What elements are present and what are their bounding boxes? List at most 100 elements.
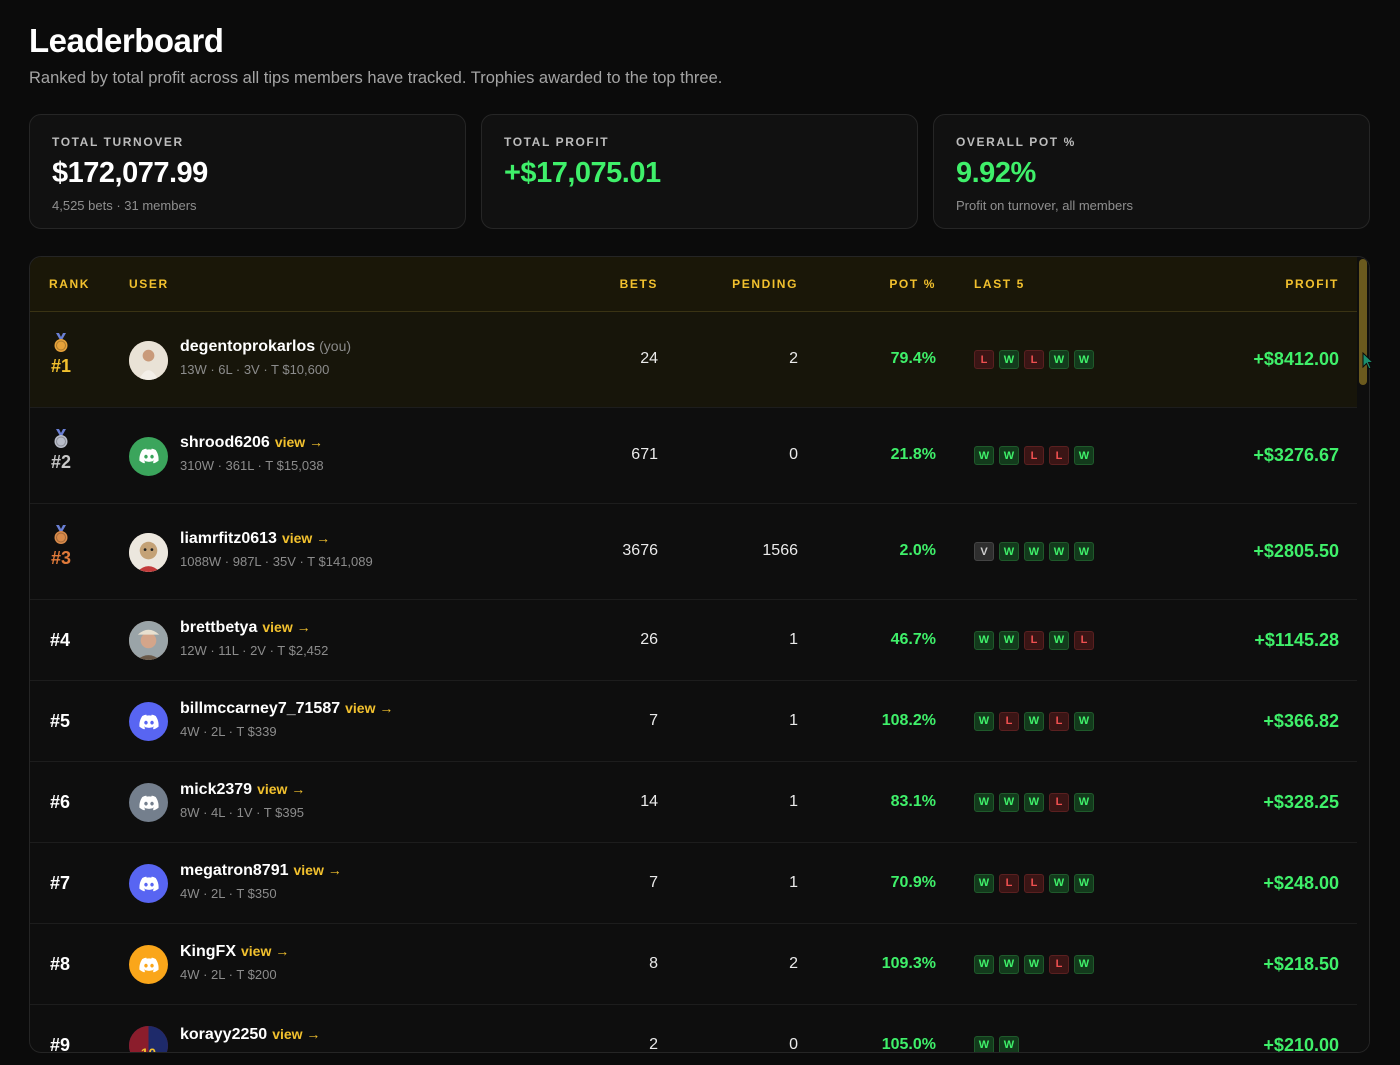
rank-number: #4 [50, 629, 71, 650]
photo-ape-avatar-image [129, 532, 168, 572]
stat-card-profit: TOTAL PROFIT +$17,075.01 [481, 114, 918, 229]
username[interactable]: korayy2250 [180, 1026, 267, 1043]
avatar[interactable] [129, 945, 168, 984]
stat-value: 9.92% [956, 157, 1036, 189]
bets-cell: 14 [640, 792, 658, 810]
result-badge: L [1074, 630, 1094, 650]
stat-card-pot: OVERALL POT % 9.92% Profit on turnover, … [933, 114, 1370, 229]
leaderboard-table[interactable]: RANK USER BETS PENDING POT % LAST 5 PROF… [29, 256, 1370, 1053]
last-five-results: WWWLW [974, 792, 1094, 812]
scrollbar[interactable] [1357, 257, 1369, 1052]
photo-person-avatar-image [129, 340, 168, 380]
profit-cell: +$248.00 [1263, 872, 1339, 893]
result-badge: W [1024, 542, 1044, 561]
table-row[interactable]: #2 shrood6206 view → 310W · 361L · T $15,03… [30, 408, 1359, 504]
avatar[interactable] [129, 783, 168, 822]
table-row[interactable]: #7 megatron8791 view → 4W · 2L · T $350 7 1 70… [30, 843, 1359, 924]
stat-sub: 4,525 bets · 31 members [52, 198, 197, 213]
result-badge: W [999, 446, 1019, 465]
view-profile-link[interactable]: view → [272, 1026, 320, 1042]
result-badge: L [999, 711, 1019, 731]
avatar[interactable] [129, 702, 168, 741]
photo-person-hat-avatar-image [129, 621, 168, 660]
result-badge: W [974, 954, 994, 974]
header-pot: POT % [889, 277, 936, 291]
view-profile-link[interactable]: view → [262, 619, 310, 635]
result-badge: L [1024, 630, 1044, 650]
avatar[interactable] [129, 340, 168, 380]
header-bets: BETS [619, 277, 658, 291]
result-badge: W [999, 792, 1019, 812]
pending-cell: 2 [789, 954, 798, 972]
view-profile-link[interactable]: view → [257, 781, 305, 797]
result-badge: W [1049, 873, 1069, 893]
username[interactable]: brettbetya [180, 619, 257, 636]
avatar[interactable]: 10 [129, 1026, 168, 1052]
avatar[interactable] [129, 621, 168, 660]
rank-number: #2 [50, 452, 72, 472]
username[interactable]: megatron8791 [180, 862, 289, 879]
table-row[interactable]: #4 brettbetya view → 12W · 11L · 2V · T $2,… [30, 600, 1359, 681]
profit-cell: +$2805.50 [1253, 541, 1339, 561]
result-badge: W [1074, 350, 1094, 369]
view-profile-link[interactable]: view → [275, 434, 323, 450]
profit-cell: +$218.50 [1263, 953, 1339, 974]
user-cell: mick2379 view → 8W · 4L · 1V · T $395 [180, 781, 305, 820]
rank-number: #8 [50, 953, 71, 974]
username[interactable]: liamrfitz0613 [180, 530, 277, 547]
medal-icon [54, 333, 68, 352]
header-pending: PENDING [732, 277, 798, 291]
user-name-line: shrood6206 view → [180, 434, 324, 452]
view-profile-link[interactable]: view → [345, 700, 393, 716]
result-badge: W [1074, 792, 1094, 812]
profit-cell: +$210.00 [1263, 1034, 1339, 1053]
result-badge: W [1074, 446, 1094, 465]
pot-cell: 70.9% [890, 873, 936, 891]
result-badge: L [1049, 446, 1069, 465]
table-row[interactable]: #9 10 korayy2250 view → 2 0 105.0% WW +$210.00 [30, 1005, 1359, 1053]
table-row[interactable]: #5 billmccarney7_71587 view → 4W · 2L · T $… [30, 681, 1359, 762]
result-badge: W [1074, 711, 1094, 731]
user-record: 310W · 361L · T $15,038 [180, 458, 324, 473]
view-profile-link[interactable]: view → [294, 862, 342, 878]
view-profile-link[interactable]: view → [241, 943, 289, 959]
result-badge: L [999, 873, 1019, 893]
result-badge: W [974, 711, 994, 731]
profit-cell: +$3276.67 [1253, 445, 1339, 465]
table-row[interactable]: #3 liamrfitz0613 view → 1088W · 987L · 35V … [30, 504, 1359, 600]
user-name-line: KingFX view → [180, 943, 289, 961]
table-row[interactable]: #8 KingFX view → 4W · 2L · T $200 8 2 109.3% W W… [30, 924, 1359, 1005]
username[interactable]: KingFX [180, 943, 236, 960]
username[interactable]: billmccarney7_71587 [180, 700, 340, 717]
pot-cell: 21.8% [890, 446, 936, 463]
discord-icon [138, 957, 159, 972]
username[interactable]: shrood6206 [180, 434, 270, 451]
pending-cell: 1 [789, 711, 798, 729]
user-record: 4W · 2L · T $350 [180, 885, 277, 901]
rank-cell: #4 [50, 630, 70, 651]
avatar[interactable] [129, 864, 168, 903]
rank-cell: #6 [50, 792, 70, 813]
rank-cell: #8 [50, 954, 70, 975]
pot-cell: 108.2% [881, 711, 936, 729]
username[interactable]: mick2379 [180, 781, 252, 798]
pending-cell: 1 [789, 630, 798, 648]
table-row[interactable]: #6 mick2379 view → 8W · 4L · 1V · T $395 14 1… [30, 762, 1359, 843]
bets-cell: 8 [649, 954, 658, 972]
rank-number: #9 [50, 1034, 71, 1053]
stat-sub: Profit on turnover, all members [956, 198, 1134, 213]
pending-cell: 0 [789, 446, 798, 463]
discord-icon [138, 448, 159, 464]
page-subtitle: Ranked by total profit across all tips m… [29, 69, 723, 87]
table-header: RANK USER BETS PENDING POT % LAST 5 PROF… [30, 257, 1359, 312]
result-badge: W [974, 446, 994, 465]
rank-number: #1 [50, 356, 72, 376]
table-row[interactable]: #1 degentoprokarlos (you) 13W · 6L · 3V · T… [30, 312, 1359, 408]
result-badge: W [1049, 350, 1069, 369]
avatar[interactable] [129, 436, 168, 476]
avatar[interactable] [129, 532, 168, 572]
mouse-cursor-icon [1362, 352, 1374, 370]
username[interactable]: degentoprokarlos [180, 338, 315, 355]
view-profile-link[interactable]: view → [282, 530, 330, 546]
user-cell: KingFX view → 4W · 2L · T $200 [180, 943, 289, 982]
